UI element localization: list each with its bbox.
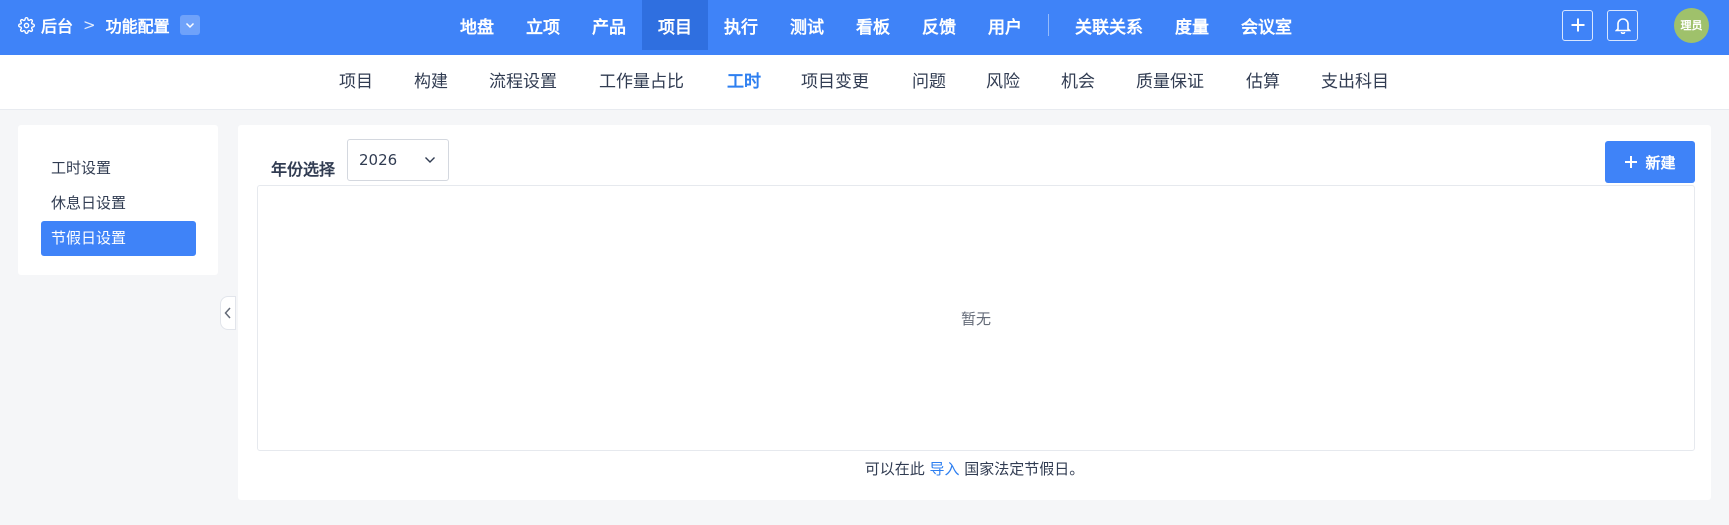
subnav-item-project-change[interactable]: 项目变更 — [801, 55, 869, 110]
import-hint-suffix: 国家法定节假日。 — [964, 460, 1085, 478]
nav-item-relations[interactable]: 关联关系 — [1059, 0, 1159, 50]
brand-label[interactable]: 后台 — [41, 13, 73, 37]
subnav-item-expense[interactable]: 支出科目 — [1321, 55, 1389, 110]
import-link[interactable]: 导入 — [929, 460, 959, 478]
subnav-item-build[interactable]: 构建 — [414, 55, 448, 110]
nav-item-test[interactable]: 测试 — [774, 0, 840, 50]
import-hint: 可以在此 导入 国家法定节假日。 — [238, 458, 1711, 479]
plus-icon[interactable] — [1562, 9, 1593, 41]
empty-state-text: 暂无 — [960, 309, 991, 328]
subnav-item-qa[interactable]: 质量保证 — [1136, 55, 1204, 110]
nav-item-project[interactable]: 项目 — [642, 0, 708, 50]
nav-item-meeting-room[interactable]: 会议室 — [1225, 0, 1308, 50]
subnav-item-risk[interactable]: 风险 — [986, 55, 1020, 110]
subnav-item-issue[interactable]: 问题 — [912, 55, 946, 110]
top-bar: 后台 > 功能配置 地盘 立项 产品 项目 执行 测试 看板 反馈 用户 关联关… — [0, 0, 1729, 55]
chevron-down-icon[interactable] — [179, 15, 200, 35]
nav-item-product[interactable]: 产品 — [576, 0, 642, 50]
year-select[interactable]: 2026 — [347, 139, 449, 181]
sidebar-item-worktime-settings[interactable]: 工时设置 — [41, 151, 196, 186]
top-right-actions: 理员 — [1562, 0, 1709, 50]
chevron-left-icon — [224, 307, 231, 319]
nav-item-metrics[interactable]: 度量 — [1159, 0, 1225, 50]
import-hint-prefix: 可以在此 — [864, 460, 925, 478]
holiday-table: 暂无 — [257, 185, 1695, 451]
settings-sidebar: 工时设置 休息日设置 节假日设置 — [18, 125, 218, 275]
breadcrumb: 后台 > 功能配置 — [18, 0, 200, 50]
holiday-panel: 年份选择 2026 新建 暂无 可以在此 导入 国家法定节假日。 — [238, 125, 1711, 500]
main-nav: 地盘 立项 产品 项目 执行 测试 看板 反馈 用户 关联关系 度量 会议室 — [444, 0, 1308, 50]
chevron-down-icon — [425, 157, 435, 163]
nav-divider — [1048, 14, 1049, 36]
avatar[interactable]: 理员 — [1674, 7, 1709, 43]
breadcrumb-separator: > — [83, 16, 96, 34]
year-select-label: 年份选择 — [271, 160, 336, 179]
subnav-item-workload-ratio[interactable]: 工作量占比 — [599, 55, 684, 110]
nav-item-user[interactable]: 用户 — [972, 0, 1038, 50]
sidebar-item-restday-settings[interactable]: 休息日设置 — [41, 186, 196, 221]
year-select-value: 2026 — [359, 151, 398, 169]
subnav-item-opportunity[interactable]: 机会 — [1061, 55, 1095, 110]
sidebar-item-holiday-settings[interactable]: 节假日设置 — [41, 221, 196, 256]
bell-icon[interactable] — [1607, 9, 1638, 41]
nav-item-kanban[interactable]: 看板 — [840, 0, 906, 50]
nav-item-execution[interactable]: 执行 — [708, 0, 774, 50]
new-button-label: 新建 — [1645, 153, 1676, 172]
sidebar-collapse-button[interactable] — [220, 296, 236, 330]
plus-icon — [1625, 156, 1638, 168]
new-holiday-button[interactable]: 新建 — [1605, 141, 1695, 183]
sub-nav: 项目 构建 流程设置 工作量占比 工时 项目变更 问题 风险 机会 质量保证 估… — [0, 55, 1729, 110]
nav-item-feedback[interactable]: 反馈 — [906, 0, 972, 50]
gear-icon[interactable] — [18, 16, 35, 34]
section-label[interactable]: 功能配置 — [106, 13, 170, 37]
subnav-item-project[interactable]: 项目 — [339, 55, 373, 110]
nav-item-dashboard[interactable]: 地盘 — [444, 0, 510, 50]
nav-item-charter[interactable]: 立项 — [510, 0, 576, 50]
subnav-item-worktime[interactable]: 工时 — [727, 55, 761, 110]
subnav-item-estimate[interactable]: 估算 — [1246, 55, 1280, 110]
subnav-item-workflow[interactable]: 流程设置 — [489, 55, 557, 110]
